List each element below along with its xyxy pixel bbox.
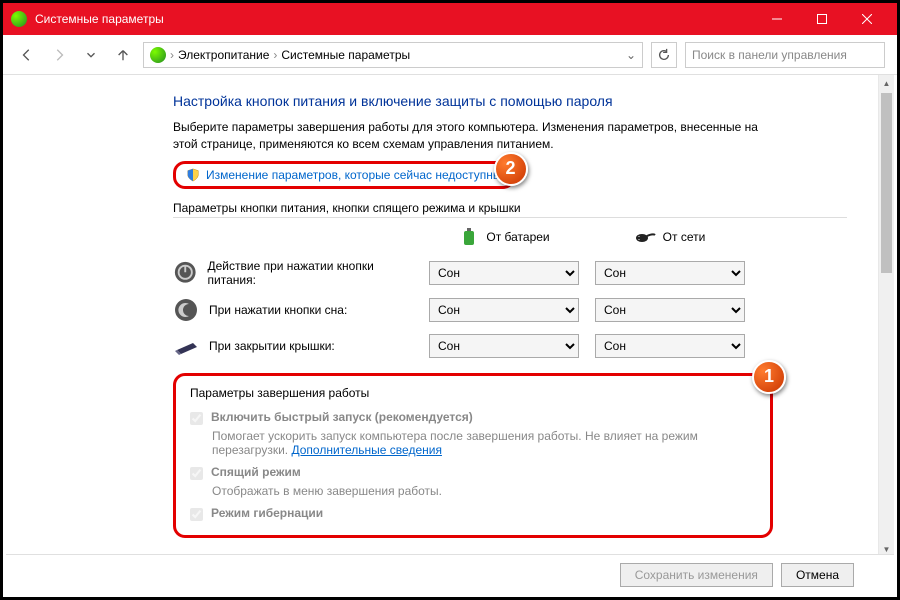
- page-description: Выберите параметры завершения работы для…: [173, 119, 773, 153]
- page-heading: Настройка кнопок питания и включение защ…: [173, 93, 847, 109]
- power-button-battery-select[interactable]: Сон: [429, 261, 579, 285]
- vertical-scrollbar[interactable]: ▲ ▼: [878, 75, 894, 557]
- search-input[interactable]: Поиск в панели управления: [685, 42, 885, 68]
- moon-icon: [173, 297, 199, 323]
- unlock-settings-highlight: Изменение параметров, которые сейчас нед…: [173, 161, 515, 189]
- hibernate-checkbox[interactable]: [190, 508, 203, 521]
- shutdown-section-title: Параметры завершения работы: [190, 386, 756, 400]
- refresh-button[interactable]: [651, 42, 677, 68]
- row-power-button: Действие при нажатии кнопки питания:: [173, 259, 413, 287]
- close-button[interactable]: [844, 3, 889, 35]
- breadcrumb-dropdown[interactable]: ⌄: [626, 48, 636, 62]
- titlebar: Системные параметры: [3, 3, 897, 35]
- fast-startup-checkbox[interactable]: [190, 412, 203, 425]
- column-header-ac: От сети: [595, 226, 745, 249]
- battery-icon: [458, 226, 480, 249]
- chevron-right-icon: ›: [273, 48, 277, 62]
- app-icon: [11, 11, 27, 27]
- maximize-button[interactable]: [799, 3, 844, 35]
- sleep-button-ac-select[interactable]: Сон: [595, 298, 745, 322]
- up-button[interactable]: [111, 43, 135, 67]
- divider: [173, 217, 847, 218]
- forward-button[interactable]: [47, 43, 71, 67]
- back-button[interactable]: [15, 43, 39, 67]
- scroll-thumb[interactable]: [881, 93, 892, 273]
- save-button[interactable]: Сохранить изменения: [620, 563, 773, 587]
- scroll-up-arrow[interactable]: ▲: [879, 75, 894, 91]
- fast-startup-label: Включить быстрый запуск (рекомендуется): [211, 410, 473, 424]
- section-title: Параметры кнопки питания, кнопки спящего…: [173, 201, 847, 215]
- power-button-ac-select[interactable]: Сон: [595, 261, 745, 285]
- lid-close-ac-select[interactable]: Сон: [595, 334, 745, 358]
- unlock-settings-link[interactable]: Изменение параметров, которые сейчас нед…: [206, 168, 502, 182]
- sleep-button-battery-select[interactable]: Сон: [429, 298, 579, 322]
- annotation-badge-1: 1: [752, 360, 786, 394]
- cancel-button[interactable]: Отмена: [781, 563, 854, 587]
- search-placeholder: Поиск в панели управления: [692, 48, 847, 62]
- power-settings-grid: От батареи От сети Действие при нажатии …: [173, 226, 847, 359]
- breadcrumb-item-1[interactable]: Электропитание: [178, 48, 269, 62]
- navbar: › Электропитание › Системные параметры ⌄…: [3, 35, 897, 75]
- shutdown-settings-highlight: 1 Параметры завершения работы Включить б…: [173, 373, 773, 538]
- window-title: Системные параметры: [35, 12, 754, 26]
- laptop-icon: [173, 333, 199, 359]
- breadcrumb-item-2[interactable]: Системные параметры: [281, 48, 410, 62]
- sleep-checkbox[interactable]: [190, 467, 203, 480]
- chevron-right-icon: ›: [170, 48, 174, 62]
- lid-close-battery-select[interactable]: Сон: [429, 334, 579, 358]
- sleep-label: Спящий режим: [211, 465, 301, 479]
- row-lid-close: При закрытии крышки:: [173, 333, 413, 359]
- annotation-badge-2: 2: [494, 152, 528, 186]
- sleep-description: Отображать в меню завершения работы.: [212, 484, 756, 498]
- column-header-battery: От батареи: [429, 226, 579, 249]
- content-area: Настройка кнопок питания и включение защ…: [3, 75, 897, 548]
- more-info-link[interactable]: Дополнительные сведения: [291, 443, 441, 457]
- plug-icon: [635, 226, 657, 249]
- recent-dropdown[interactable]: [79, 43, 103, 67]
- fast-startup-description: Помогает ускорить запуск компьютера посл…: [212, 429, 756, 457]
- row-sleep-button: При нажатии кнопки сна:: [173, 297, 413, 323]
- shield-icon: [186, 168, 200, 182]
- minimize-button[interactable]: [754, 3, 799, 35]
- hibernate-label: Режим гибернации: [211, 506, 323, 520]
- footer: Сохранить изменения Отмена: [6, 554, 894, 594]
- breadcrumb[interactable]: › Электропитание › Системные параметры ⌄: [143, 42, 643, 68]
- power-icon: [173, 260, 198, 286]
- location-icon: [150, 47, 166, 63]
